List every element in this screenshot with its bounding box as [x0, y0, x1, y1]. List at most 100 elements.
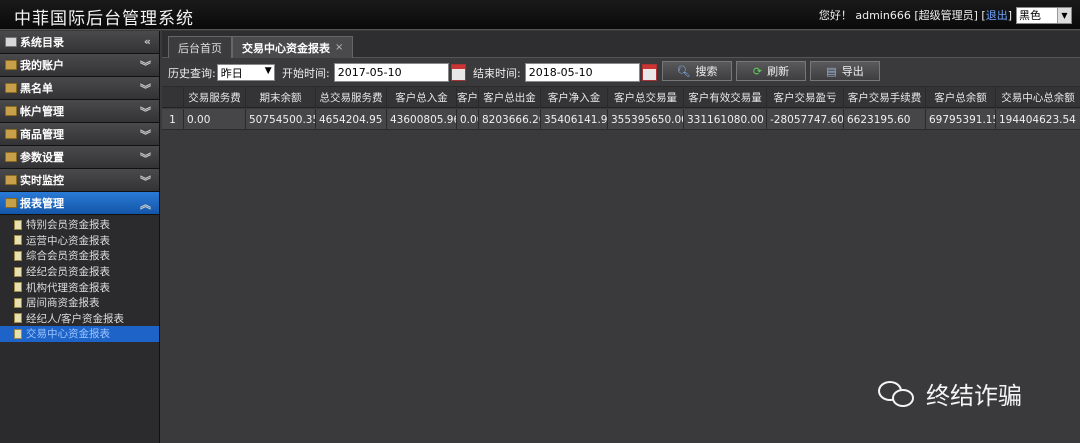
- folder-icon: [5, 175, 17, 185]
- sidebar-section-label: 商品管理: [20, 128, 64, 141]
- sidebar-section-system-directory[interactable]: 系统目录 «: [0, 31, 159, 54]
- home-icon: [5, 37, 17, 47]
- calendar-icon[interactable]: [450, 64, 466, 81]
- sidebar-item-operation-center-report[interactable]: 运营中心资金报表: [0, 233, 159, 249]
- sidebar-section-blacklist[interactable]: 黑名单 ︾: [0, 77, 159, 100]
- sidebar-item-comprehensive-member-report[interactable]: 综合会员资金报表: [0, 248, 159, 264]
- search-button[interactable]: 🔍︎ 搜索: [662, 61, 732, 81]
- calendar-icon[interactable]: [641, 64, 657, 81]
- sidebar-item-special-member-report[interactable]: 特别会员资金报表: [0, 217, 159, 233]
- sidebar-section-label: 实时监控: [20, 174, 64, 187]
- history-select[interactable]: 昨日 ▼: [216, 64, 275, 81]
- sidebar-section-label: 参数设置: [20, 151, 64, 164]
- column-header[interactable]: 客户总出金: [479, 87, 541, 108]
- search-icon: 🔍︎: [676, 64, 691, 78]
- close-icon[interactable]: ×: [335, 42, 343, 53]
- sidebar-section-label: 我的账户: [20, 59, 64, 72]
- column-header[interactable]: 交易中心总余额: [996, 87, 1080, 108]
- theme-value: 黑色: [1019, 9, 1041, 22]
- sidebar-section-parameter-settings[interactable]: 参数设置 ︾: [0, 146, 159, 169]
- column-header[interactable]: 期末余额: [246, 87, 316, 108]
- folder-icon: [5, 60, 17, 70]
- chevron-double-down-icon: ︾: [140, 152, 151, 165]
- tab-home[interactable]: 后台首页: [168, 36, 232, 58]
- watermark-text: 终结诈骗: [926, 382, 1022, 410]
- end-time: 结束时间: 2018-05-10: [473, 63, 657, 82]
- history-label: 历史查询:: [168, 66, 216, 80]
- sidebar-item-label: 交易中心资金报表: [26, 328, 110, 341]
- table-cell: 43600805.96: [387, 109, 457, 130]
- document-icon: [14, 297, 22, 308]
- logout-link[interactable]: 退出: [986, 7, 1008, 23]
- sidebar-item-intermediary-report[interactable]: 居间商资金报表: [0, 295, 159, 311]
- sidebar-section-label: 帐户管理: [20, 105, 64, 118]
- export-button-label: 导出: [841, 65, 864, 78]
- app-title: 中菲国际后台管理系统: [14, 9, 194, 29]
- sidebar-item-label: 综合会员资金报表: [26, 250, 110, 263]
- start-time: 开始时间: 2017-05-10: [282, 63, 466, 82]
- document-icon: [14, 313, 22, 324]
- sidebar-item-trading-center-report[interactable]: 交易中心资金报表: [0, 326, 159, 342]
- sidebar-item-label: 居间商资金报表: [26, 297, 100, 310]
- column-header[interactable]: 客户总余额: [926, 87, 996, 108]
- chevron-down-icon: ▼: [264, 66, 272, 76]
- column-header[interactable]: 客户有效交易量: [684, 87, 767, 108]
- sidebar-section-product-management[interactable]: 商品管理 ︾: [0, 123, 159, 146]
- start-date-input[interactable]: 2017-05-10: [333, 63, 449, 82]
- collapse-icon[interactable]: «: [144, 35, 151, 48]
- export-button[interactable]: ▤ 导出: [810, 61, 880, 81]
- sidebar-item-broker-client-report[interactable]: 经纪人/客户资金报表: [0, 311, 159, 327]
- end-time-label: 结束时间:: [473, 66, 521, 80]
- tab-trading-center-report[interactable]: 交易中心资金报表 ×: [232, 36, 354, 58]
- column-header[interactable]: 客户总交易量: [608, 87, 684, 108]
- sidebar-item-label: 机构代理资金报表: [26, 281, 110, 294]
- table-cell: -28057747.60: [767, 109, 844, 130]
- table-cell: 6623195.60: [844, 109, 926, 130]
- sidebar-section-report-management[interactable]: 报表管理 ︽: [0, 192, 159, 215]
- column-header[interactable]: 客户交易盈亏: [767, 87, 844, 108]
- user-greeting: 您好！ admin666 [超级管理员] [: [818, 9, 986, 22]
- sidebar-item-broker-member-report[interactable]: 经纪会员资金报表: [0, 264, 159, 280]
- sidebar-section-label: 报表管理: [20, 197, 64, 210]
- folder-icon: [5, 83, 17, 93]
- tab-label: 交易中心资金报表: [242, 41, 330, 55]
- theme-select[interactable]: 黑色 ▼: [1016, 6, 1072, 24]
- table-cell: 331161080.00: [684, 109, 767, 130]
- chevron-double-down-icon: ︾: [140, 60, 151, 73]
- table-row[interactable]: 1 0.00 50754500.35 4654204.95 43600805.9…: [162, 109, 1080, 130]
- sidebar-section-account-management[interactable]: 帐户管理 ︾: [0, 100, 159, 123]
- sidebar-section-realtime-monitor[interactable]: 实时监控 ︾: [0, 169, 159, 192]
- chevron-down-icon: ▼: [1057, 7, 1071, 23]
- chevron-double-down-icon: ︾: [140, 129, 151, 142]
- watermark: 终结诈骗: [878, 376, 1022, 411]
- column-header[interactable]: 交易服务费: [184, 87, 246, 108]
- user-bracket-close: ]: [1007, 8, 1012, 22]
- sidebar-item-label: 经纪会员资金报表: [26, 266, 110, 279]
- sidebar-section-my-account[interactable]: 我的账户 ︾: [0, 54, 159, 77]
- document-icon: [14, 235, 22, 246]
- document-icon: [14, 282, 22, 293]
- row-number: 1: [162, 109, 184, 130]
- folder-icon: [5, 129, 17, 139]
- table-cell: 0.00: [184, 109, 246, 130]
- end-date-input[interactable]: 2018-05-10: [524, 63, 640, 82]
- column-header[interactable]: 客户: [457, 87, 479, 108]
- column-header[interactable]: 客户净入金: [541, 87, 608, 108]
- refresh-icon: ⟳: [752, 64, 763, 78]
- sidebar-item-label: 运营中心资金报表: [26, 234, 110, 247]
- user-area: 您好！ admin666 [超级管理员] [ 退出 ] 黑色 ▼: [819, 6, 1072, 24]
- sidebar-section-label: 黑名单: [20, 82, 53, 95]
- sidebar-item-agency-report[interactable]: 机构代理资金报表: [0, 279, 159, 295]
- column-header[interactable]: 客户总入金: [387, 87, 457, 108]
- table-cell: 8203666.20: [479, 109, 541, 130]
- chevron-double-down-icon: ︾: [140, 106, 151, 119]
- document-icon: [14, 266, 22, 277]
- refresh-button[interactable]: ⟳ 刷新: [736, 61, 806, 81]
- column-header[interactable]: 总交易服务费: [316, 87, 387, 108]
- table-cell: 194404623.54: [999, 113, 1076, 126]
- query-toolbar: 历史查询: 昨日 ▼ 开始时间: 2017-05-10 结束时间: 2018-0…: [162, 58, 1080, 87]
- start-time-label: 开始时间:: [282, 66, 330, 80]
- search-button-label: 搜索: [695, 65, 718, 78]
- column-header[interactable]: 客户交易手续费: [844, 87, 926, 108]
- report-item-list: 特别会员资金报表 运营中心资金报表 综合会员资金报表 经纪会员资金报表 机构代理…: [0, 215, 159, 342]
